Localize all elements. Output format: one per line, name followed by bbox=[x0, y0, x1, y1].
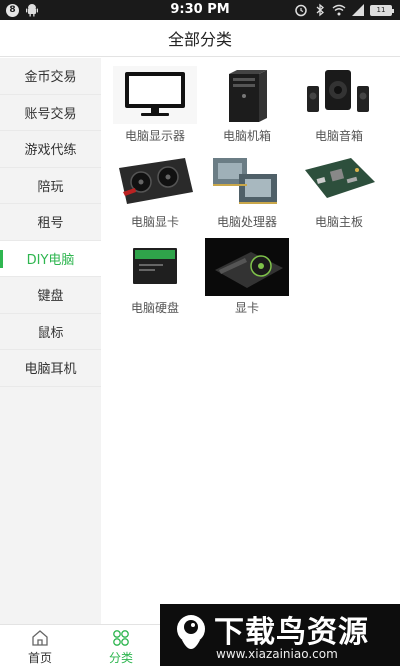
category-item-speakers[interactable]: 电脑音箱 bbox=[293, 66, 385, 144]
category-grid: 电脑显示器 电脑机箱 电脑音箱 电脑显卡 电脑处理器 电脑主板 电脑硬盘 显卡 bbox=[101, 58, 400, 624]
sidebar-item-keyboard[interactable]: 键盘 bbox=[0, 277, 101, 314]
battery-icon: 11 bbox=[370, 4, 394, 16]
sidebar-item-play-companion[interactable]: 陪玩 bbox=[0, 168, 101, 204]
home-icon bbox=[32, 630, 48, 646]
category-label: 电脑处理器 bbox=[216, 215, 277, 229]
alarm-icon bbox=[295, 4, 307, 17]
category-label: 显卡 bbox=[234, 301, 259, 315]
cpu-icon bbox=[205, 152, 289, 210]
nav-category[interactable]: 分类 bbox=[91, 629, 151, 666]
speakers-icon bbox=[297, 66, 381, 124]
ssd-icon bbox=[113, 238, 197, 296]
wifi-icon bbox=[332, 4, 346, 16]
sidebar-item-headphones[interactable]: 电脑耳机 bbox=[0, 350, 101, 387]
category-label: 电脑主板 bbox=[314, 215, 363, 229]
category-item-graphics-card[interactable]: 电脑显卡 bbox=[109, 152, 201, 230]
category-item-motherboard[interactable]: 电脑主板 bbox=[293, 152, 385, 230]
category-label: 电脑音箱 bbox=[314, 129, 363, 143]
graphics-card-icon bbox=[113, 152, 197, 210]
signal-icon bbox=[352, 4, 364, 16]
category-item-ssd[interactable]: 电脑硬盘 bbox=[109, 238, 201, 316]
bird-logo-icon bbox=[177, 615, 205, 649]
sidebar-item-account-rental[interactable]: 租号 bbox=[0, 204, 101, 241]
category-label: 电脑显示器 bbox=[124, 129, 185, 143]
category-item-cpu[interactable]: 电脑处理器 bbox=[201, 152, 293, 230]
page-title: 全部分类 bbox=[167, 30, 232, 49]
monitor-icon bbox=[113, 66, 197, 124]
sidebar-item-game-boosting[interactable]: 游戏代练 bbox=[0, 131, 101, 168]
category-label: 电脑硬盘 bbox=[130, 301, 179, 315]
sidebar-item-label: 账号交易 bbox=[24, 106, 77, 122]
sidebar-item-label: 租号 bbox=[37, 216, 64, 232]
sidebar-item-label: DIY电脑 bbox=[26, 252, 75, 268]
sidebar-item-label: 游戏代练 bbox=[24, 143, 77, 159]
watermark-banner: 下载鸟资源 www.xiazainiao.com bbox=[160, 604, 400, 666]
header: 全部分类 bbox=[0, 20, 400, 57]
watermark-url: www.xiazainiao.com bbox=[216, 647, 338, 661]
sidebar-item-label: 电脑耳机 bbox=[24, 362, 77, 378]
nav-home[interactable]: 首页 bbox=[10, 629, 70, 666]
status-bar: 8 9:30 PM 11 bbox=[0, 0, 400, 20]
sidebar-item-label: 键盘 bbox=[37, 289, 64, 305]
category-sidebar: 金币交易 账号交易 游戏代练 陪玩 租号 DIY电脑 键盘 鼠标 电脑耳机 bbox=[0, 58, 101, 624]
category-label: 电脑显卡 bbox=[130, 215, 179, 229]
sidebar-item-label: 金币交易 bbox=[24, 70, 77, 86]
sidebar-item-gold-trade[interactable]: 金币交易 bbox=[0, 58, 101, 95]
sidebar-item-diy-pc[interactable]: DIY电脑 bbox=[0, 240, 101, 277]
sidebar-item-label: 陪玩 bbox=[37, 179, 64, 195]
watermark-title: 下载鸟资源 bbox=[214, 615, 369, 650]
motherboard-icon bbox=[297, 152, 381, 210]
status-right: 11 bbox=[294, 3, 394, 17]
sidebar-item-mouse[interactable]: 鼠标 bbox=[0, 314, 101, 350]
gpu-icon bbox=[205, 238, 289, 296]
bluetooth-icon bbox=[316, 3, 324, 17]
sidebar-item-label: 鼠标 bbox=[37, 325, 64, 341]
category-item-pc-case[interactable]: 电脑机箱 bbox=[201, 66, 293, 144]
category-item-monitor[interactable]: 电脑显示器 bbox=[109, 66, 201, 144]
sidebar-item-account-trade[interactable]: 账号交易 bbox=[0, 95, 101, 131]
category-item-gpu[interactable]: 显卡 bbox=[201, 238, 293, 316]
nav-home-label: 首页 bbox=[27, 651, 52, 665]
grid-icon bbox=[113, 630, 129, 646]
category-label: 电脑机箱 bbox=[222, 129, 271, 143]
pc-case-icon bbox=[205, 66, 289, 124]
nav-category-label: 分类 bbox=[108, 651, 133, 665]
